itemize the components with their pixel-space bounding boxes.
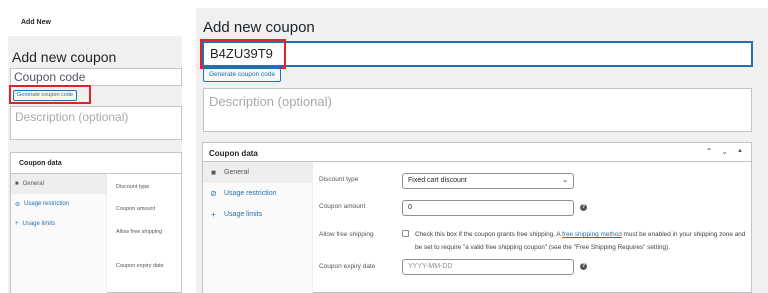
left-tab-usage-limits-label: Usage limits [22,221,56,227]
restriction-icon: ⊘ [15,201,21,208]
plus-icon: + [211,210,216,219]
free-shipping-method-link[interactable]: free shipping method [562,231,622,238]
right-panel: Add new coupon B4ZU39T9 Generate coupon … [196,8,768,293]
left-expiry-label: Coupon expiry date [116,263,164,269]
left-coupon-data-title: Coupon data [11,153,181,174]
generate-coupon-button[interactable]: Generate coupon code [203,68,282,82]
chevron-up-icon[interactable]: ⌃ [706,147,713,156]
free-shipping-text-before: Check this box if the coupon grants free… [415,231,563,238]
description-input[interactable]: Description (optional) [203,88,752,132]
coupon-amount-label: Coupon amount [319,203,366,210]
chevron-down-icon: ⌄ [562,177,568,184]
restriction-icon: ⊘ [210,189,217,198]
left-highlight-box [9,85,91,104]
left-coupon-tabs: ■ General ⊘ Usage restriction + Usage li… [11,174,107,293]
left-tab-usage-restriction-label: Usage restriction [24,201,70,207]
left-tab-general[interactable]: ■ General [11,174,106,194]
tab-usage-restriction-label: Usage restriction [224,190,277,197]
left-description-input[interactable]: Description (optional) [10,106,182,140]
free-shipping-description: Check this box if the coupon grants free… [415,228,751,254]
free-shipping-label: Allow free shipping [319,231,374,238]
left-coupon-code-input[interactable]: Coupon code [10,68,182,86]
coupon-amount-input[interactable]: 0 [402,200,574,216]
highlight-box [200,39,286,69]
coupon-tabs: ■ General ⊘ Usage restriction + Usage li… [203,162,313,293]
page-title: Add new coupon [203,19,315,36]
discount-type-select[interactable]: Fixed cart discount ⌄ [402,173,574,189]
left-tab-usage-limits[interactable]: + Usage limits [11,214,106,234]
left-coupon-data-box: Coupon data ■ General ⊘ Usage restrictio… [10,152,182,293]
left-coupon-amount-label: Coupon amount [116,206,156,212]
tab-general-label: General [224,169,249,176]
discount-type-value: Fixed cart discount [408,177,467,184]
ticket-icon: ■ [211,168,216,177]
tab-usage-limits[interactable]: + Usage limits [203,204,312,225]
coupon-data-header: Coupon data ⌃ ⌄ ▲ [203,143,751,162]
tab-usage-limits-label: Usage limits [224,211,263,218]
help-icon[interactable]: ? [580,263,587,270]
coupon-data-controls: ⌃ ⌄ ▲ [706,147,743,156]
left-free-shipping-label: Allow free shipping [116,229,163,235]
left-panel: Add New Add new coupon Coupon code Gener… [0,0,192,293]
plus-icon: + [15,221,19,227]
left-discount-type-label: Discount type [116,184,150,190]
add-new-label: Add New [21,19,51,26]
screenshot-root: Add New Add new coupon Coupon code Gener… [0,0,768,293]
free-shipping-checkbox[interactable] [402,230,409,237]
triangle-up-icon[interactable]: ▲ [737,147,743,156]
tab-usage-restriction[interactable]: ⊘ Usage restriction [203,183,312,204]
left-tab-general-label: General [22,181,44,187]
coupon-data-title: Coupon data [209,149,258,158]
expiry-date-input[interactable]: YYYY-MM-DD [402,259,574,275]
left-page-title: Add new coupon [12,49,117,65]
left-tab-usage-restriction[interactable]: ⊘ Usage restriction [11,194,106,214]
chevron-down-icon[interactable]: ⌄ [721,147,728,156]
coupon-data-box: Coupon data ⌃ ⌄ ▲ ■ General ⊘ Usage rest… [202,142,752,293]
help-icon[interactable]: ? [580,204,587,211]
expiry-date-label: Coupon expiry date [319,263,376,270]
tab-general[interactable]: ■ General [203,162,312,183]
ticket-icon: ■ [15,181,19,187]
discount-type-label: Discount type [319,176,359,183]
